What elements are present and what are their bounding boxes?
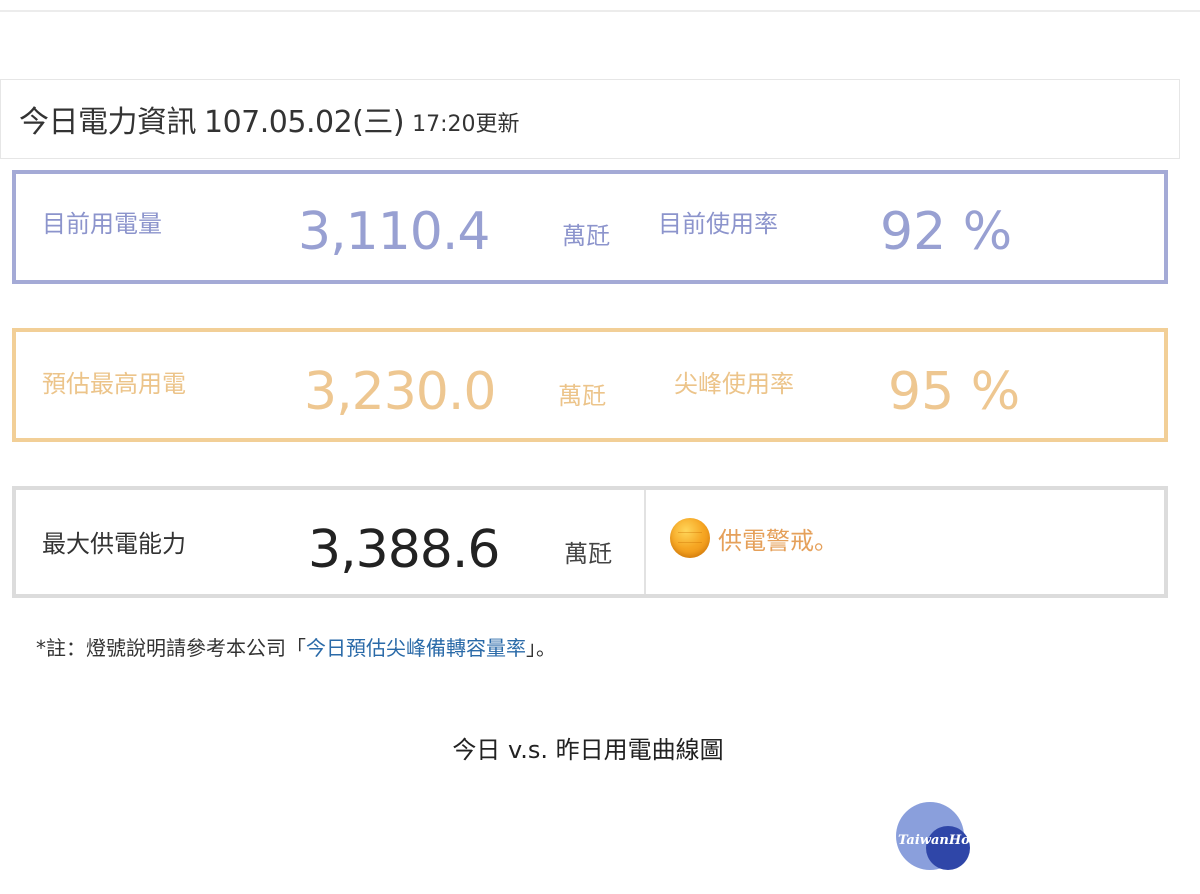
current-usage-unit: 萬瓩	[562, 222, 610, 250]
max-supply-label: 最大供電能力	[42, 530, 186, 558]
current-rate-label: 目前使用率	[658, 210, 778, 238]
orange-lamp-icon	[670, 518, 710, 558]
taiwanhot-watermark-logo: TaiwanHot	[896, 802, 976, 872]
peak-rate-label: 尖峰使用率	[674, 370, 794, 398]
max-supply-value: 3,388.6	[308, 520, 500, 580]
supply-status-text: 供電警戒。	[718, 526, 838, 555]
top-divider	[0, 10, 1200, 12]
header-title: 今日電力資訊	[19, 105, 197, 140]
footnote: *註：燈號說明請參考本公司「今日預估尖峰備轉容量率」。	[36, 632, 556, 661]
max-supply-panel: 最大供電能力 3,388.6 萬瓩 供電警戒。	[12, 486, 1168, 598]
current-usage-label: 目前用電量	[42, 210, 162, 238]
header-date: 107.05.02(三)	[204, 105, 405, 140]
watermark-text: TaiwanHot	[898, 833, 976, 848]
footnote-prefix: *註：燈號說明請參考本公司「	[36, 636, 306, 660]
current-usage-panel: 目前用電量 3,110.4 萬瓩 目前使用率 92 %	[12, 170, 1168, 284]
header-updated-time: 17:20更新	[412, 112, 520, 137]
peak-forecast-label: 預估最高用電	[42, 370, 186, 398]
footnote-suffix: 」。	[526, 636, 556, 660]
usage-curve-chart-title: 今日 v.s. 昨日用電曲線圖	[452, 736, 724, 764]
supply-panel-divider	[644, 490, 646, 594]
peak-forecast-panel: 預估最高用電 3,230.0 萬瓩 尖峰使用率 95 %	[12, 328, 1168, 442]
peak-forecast-value: 3,230.0	[304, 362, 496, 422]
power-info-header: 今日電力資訊 107.05.02(三) 17:20更新	[0, 79, 1180, 159]
current-usage-value: 3,110.4	[298, 202, 490, 262]
reserve-rate-link[interactable]: 今日預估尖峰備轉容量率	[306, 636, 526, 660]
current-rate-value: 92 %	[880, 202, 1013, 262]
peak-rate-value: 95 %	[888, 362, 1021, 422]
supply-status: 供電警戒。	[670, 518, 838, 558]
peak-forecast-unit: 萬瓩	[558, 382, 606, 410]
max-supply-unit: 萬瓩	[564, 540, 612, 568]
